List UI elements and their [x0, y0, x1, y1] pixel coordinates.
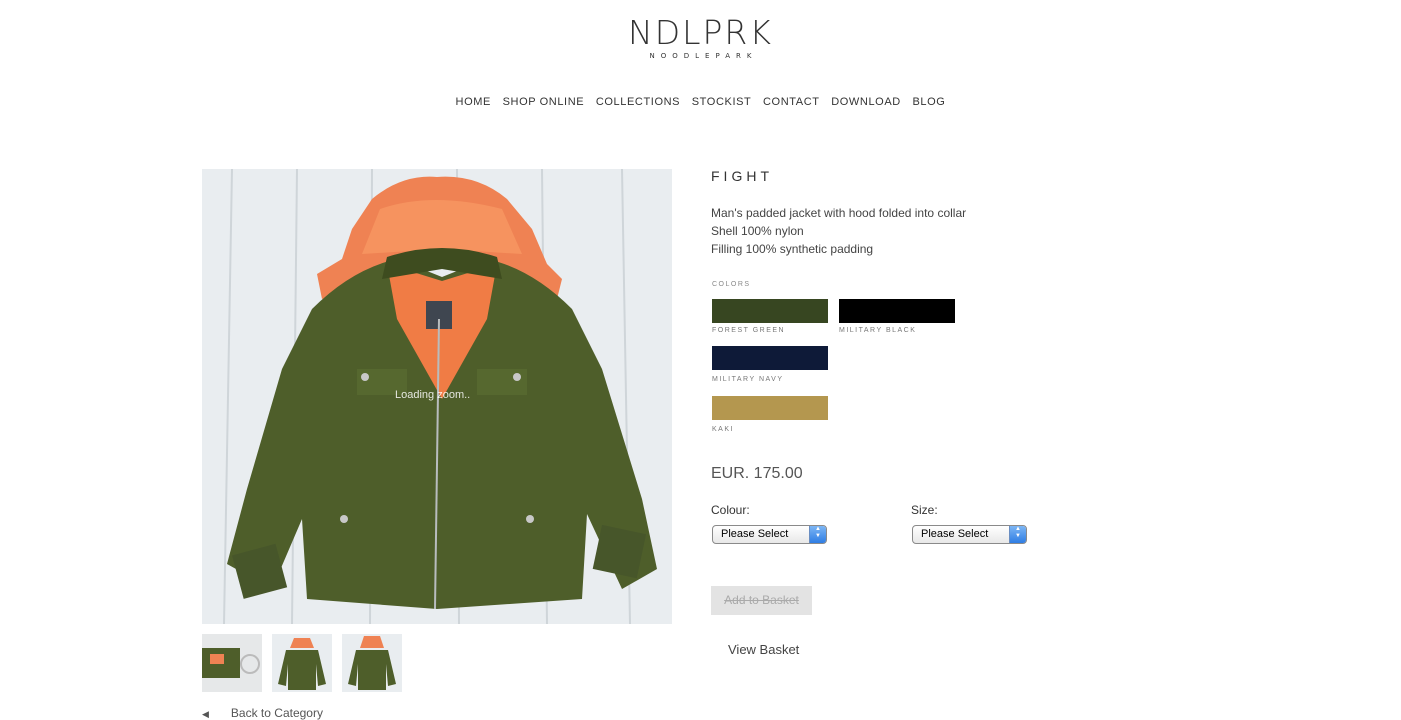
- nav-blog[interactable]: BLOG: [912, 96, 945, 108]
- thumbnail-back[interactable]: [342, 634, 402, 692]
- nav-contact[interactable]: CONTACT: [763, 96, 820, 108]
- nav-download[interactable]: DOWNLOAD: [831, 96, 901, 108]
- logo-subtitle: NOODLEPARK: [649, 52, 758, 60]
- view-basket-link[interactable]: View Basket: [728, 642, 799, 657]
- colors-heading: COLORS: [712, 281, 751, 288]
- description-line: Shell 100% nylon: [711, 224, 804, 238]
- swatch-military-black[interactable]: [839, 299, 955, 323]
- back-arrow-icon: ◀: [202, 709, 209, 719]
- hood-thumbnail-icon: [202, 634, 262, 692]
- description-line: Man's padded jacket with hood folded int…: [711, 206, 967, 220]
- thumbnail-front[interactable]: [272, 634, 332, 692]
- product-description: Man's padded jacket with hood folded int…: [711, 204, 966, 258]
- colour-select-value: Please Select: [721, 528, 789, 540]
- swatch-label-military-black: MILITARY BLACK: [839, 327, 917, 334]
- size-label: Size:: [911, 503, 938, 517]
- back-to-category-label: Back to Category: [230, 706, 323, 720]
- back-to-category-link[interactable]: ◀ Back to Category: [202, 706, 323, 720]
- select-arrows-icon: ▲ ▼: [809, 526, 826, 543]
- back-thumbnail-icon: [342, 634, 402, 692]
- select-arrows-icon: ▲ ▼: [1009, 526, 1026, 543]
- colour-select[interactable]: Please Select ▲ ▼: [712, 525, 827, 544]
- product-price: EUR. 175.00: [711, 465, 803, 482]
- loading-zoom-text: Loading zoom..: [395, 389, 471, 401]
- thumbnail-hood[interactable]: [202, 634, 262, 692]
- swatch-military-navy[interactable]: [712, 346, 828, 370]
- swatch-label-forest-green: FOREST GREEN: [712, 327, 786, 334]
- nav-shop-online[interactable]: SHOP ONLINE: [503, 96, 585, 108]
- main-nav: HOME SHOP ONLINE COLLECTIONS STOCKIST CO…: [0, 96, 1401, 108]
- size-select[interactable]: Please Select ▲ ▼: [912, 525, 1027, 544]
- product-title: FIGHT: [711, 168, 773, 184]
- swatch-kaki[interactable]: [712, 396, 828, 420]
- description-line: Filling 100% synthetic padding: [711, 242, 874, 256]
- colour-label: Colour:: [711, 503, 750, 517]
- nav-home[interactable]: HOME: [456, 96, 491, 108]
- logo-wordmark: NDLPRK: [628, 13, 773, 52]
- swatch-forest-green[interactable]: [712, 299, 828, 323]
- product-main-image[interactable]: Loading zoom..: [202, 169, 672, 624]
- swatch-label-military-navy: MILITARY NAVY: [712, 376, 784, 383]
- nav-stockist[interactable]: STOCKIST: [692, 96, 752, 108]
- site-logo[interactable]: NDLPRK NOODLEPARK: [0, 13, 1401, 61]
- add-to-basket-button[interactable]: Add to Basket: [711, 586, 812, 615]
- nav-collections[interactable]: COLLECTIONS: [596, 96, 680, 108]
- size-select-value: Please Select: [921, 528, 989, 540]
- front-thumbnail-icon: [272, 634, 332, 692]
- swatch-label-kaki: KAKI: [712, 426, 734, 433]
